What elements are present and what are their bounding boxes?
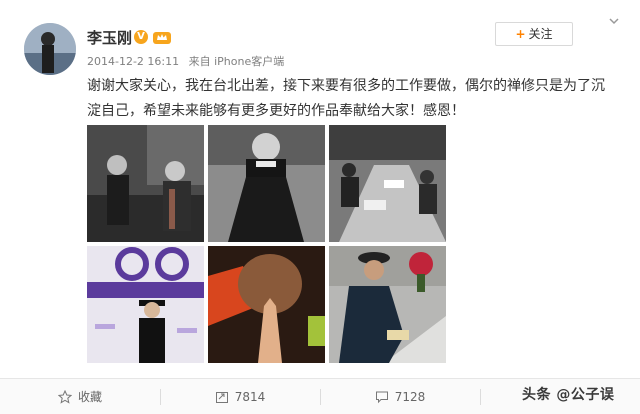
- watermark: 头条 @公子误: [522, 387, 615, 403]
- comment-icon: [375, 391, 388, 403]
- post-image-1[interactable]: [87, 125, 204, 242]
- avatar[interactable]: [24, 23, 76, 75]
- chevron-down-icon[interactable]: [609, 17, 619, 25]
- post-image-2[interactable]: [208, 125, 325, 242]
- repost-count: 7814: [234, 389, 266, 404]
- comment-count: 7128: [394, 389, 426, 404]
- post-timestamp[interactable]: 2014-12-2 16:11: [87, 55, 179, 68]
- post-image-4[interactable]: [87, 246, 204, 363]
- action-divider: [480, 389, 481, 405]
- weibo-post-card: 李玉刚 V + 关注 2014-12-2 16:11 来自 iPhone客户端 谢…: [0, 0, 640, 414]
- post-image-3[interactable]: [329, 125, 446, 242]
- repost-icon: [215, 391, 228, 403]
- post-source: 来自 iPhone客户端: [188, 55, 285, 68]
- plus-icon: +: [515, 27, 526, 41]
- follow-button[interactable]: + 关注: [495, 22, 573, 46]
- post-meta: 2014-12-2 16:11 来自 iPhone客户端: [87, 53, 290, 69]
- favorite-label: 收藏: [77, 390, 102, 404]
- post-image-5[interactable]: [208, 246, 325, 363]
- author-name[interactable]: 李玉刚: [87, 27, 132, 48]
- post-text: 谢谢大家关心，我在台北出差，接下来要有很多的工作要做，偶尔的禅修只是为了沉淀自己…: [87, 78, 605, 119]
- star-icon: [57, 389, 72, 404]
- image-grid: [87, 125, 447, 365]
- repost-button[interactable]: 7814: [160, 379, 320, 414]
- comment-button[interactable]: 7128: [320, 379, 480, 414]
- post-image-6[interactable]: [329, 246, 446, 363]
- follow-label: 关注: [528, 27, 553, 41]
- crown-member-icon[interactable]: [152, 29, 172, 45]
- favorite-button[interactable]: 收藏: [0, 379, 160, 414]
- avatar-image: [24, 23, 76, 75]
- verified-badge-icon: V: [134, 30, 148, 44]
